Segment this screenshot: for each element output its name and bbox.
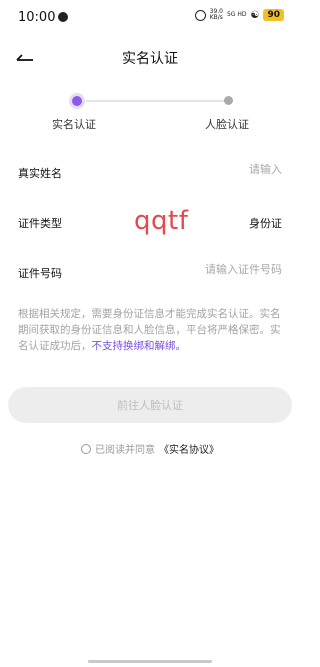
id-number-row: 证件号码 — [18, 261, 282, 285]
agreement-checkbox[interactable] — [81, 443, 91, 454]
face-verify-button[interactable]: 前往人脸认证 — [8, 387, 292, 423]
step-1-indicator — [72, 96, 82, 106]
wifi-icon: ☯ — [250, 9, 260, 21]
name-row: 真实姓名 — [18, 161, 282, 185]
home-indicator[interactable] — [88, 660, 212, 663]
step-2-indicator — [224, 96, 233, 105]
stepper: 实名认证 人脸认证 — [0, 90, 300, 136]
id-type-select[interactable]: 身份证 — [249, 215, 282, 231]
name-label: 真实姓名 — [18, 167, 62, 180]
battery-icon: 90 — [263, 9, 284, 21]
privacy-notice-highlight: 不支持换绑和解绑。 — [91, 340, 187, 352]
step-1-label: 实名认证 — [52, 118, 96, 131]
name-input[interactable] — [132, 163, 282, 176]
id-type-label: 证件类型 — [18, 217, 62, 230]
id-number-input[interactable] — [132, 263, 282, 276]
network-speed-unit: KB/s — [209, 14, 223, 21]
step-connector — [86, 100, 226, 102]
alarm-icon — [194, 9, 206, 21]
agreement-link[interactable]: 《实名协议》 — [159, 441, 219, 456]
header: 实名认证 — [0, 40, 300, 76]
status-bar: 10:00 39.0 KB/s 5G HD ☯ 90 — [0, 0, 300, 36]
step-2-label: 人脸认证 — [205, 118, 249, 131]
page-title: 实名认证 — [122, 51, 178, 67]
privacy-notice: 根据相关规定，需要身份证信息才能完成实名认证。实名期间获取的身份证信息和人脸信息… — [18, 306, 286, 354]
watermark: qqtf — [134, 206, 189, 236]
status-indicators: 39.0 KB/s 5G HD ☯ 90 — [194, 9, 284, 21]
status-time: 10:00 — [18, 10, 56, 25]
network-speed: 39.0 KB/s — [210, 9, 223, 21]
agreement-prefix: 已阅读并同意 — [95, 445, 155, 456]
id-number-label: 证件号码 — [18, 267, 62, 280]
cellular-label: 5G HD — [226, 11, 247, 18]
agreement-row: 已阅读并同意 《实名协议》 — [0, 441, 300, 456]
notification-icon — [58, 12, 68, 22]
